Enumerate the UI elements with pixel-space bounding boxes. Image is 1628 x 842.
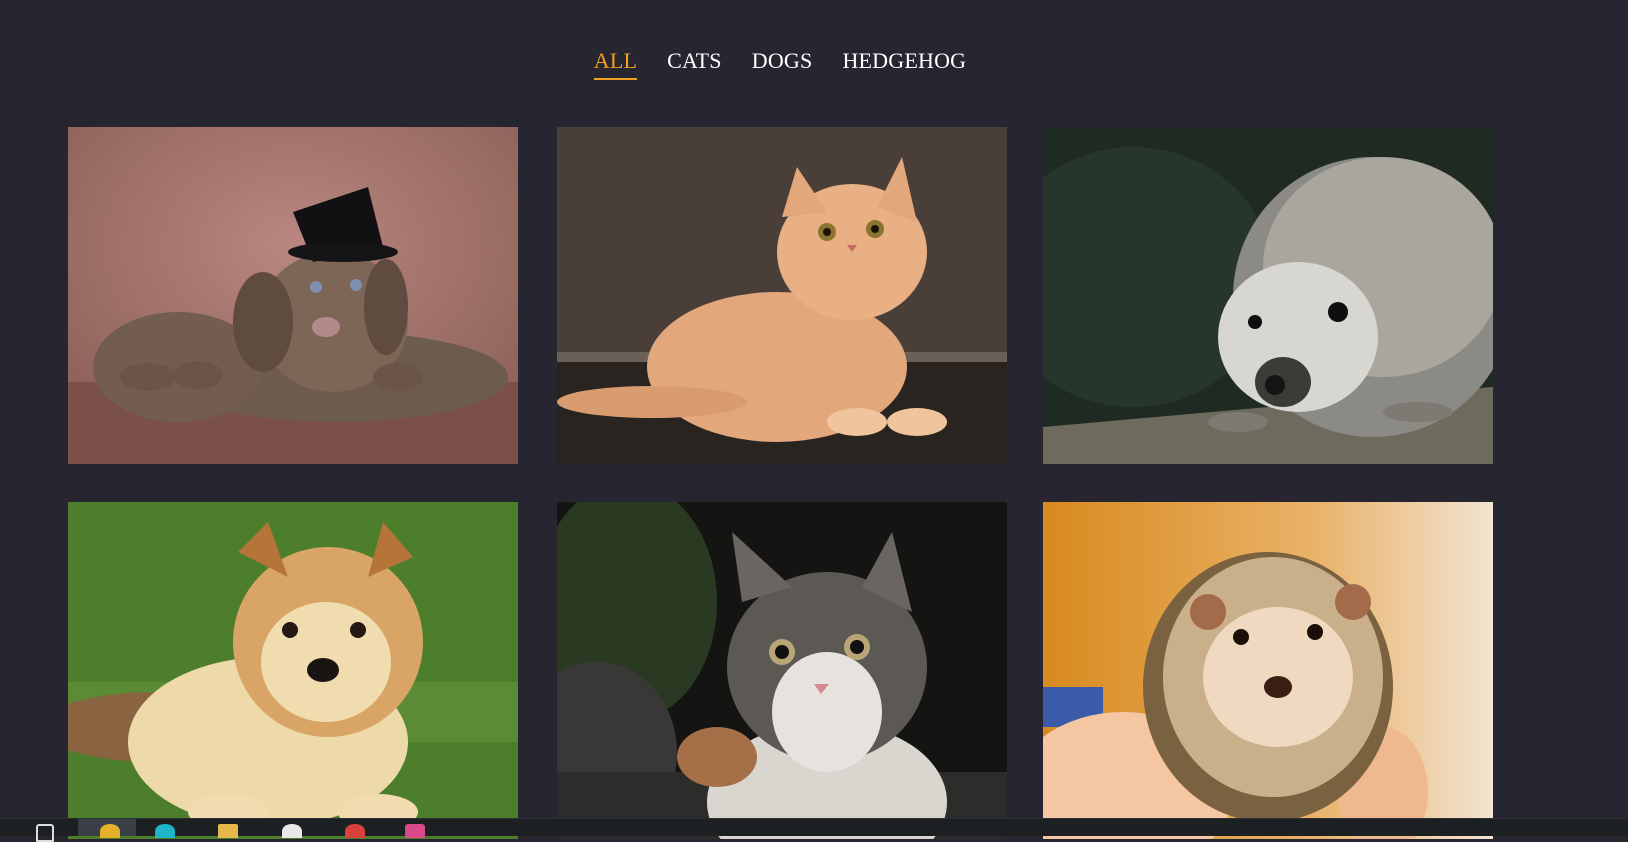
- filter-all-button[interactable]: ALL: [593, 48, 638, 81]
- edge-browser-icon[interactable]: [155, 824, 175, 838]
- gallery-card-ginger-kitten[interactable]: [557, 127, 1007, 464]
- filter-nav: ALL CATS DOGS HEDGEHOG: [0, 48, 1560, 81]
- hedgehog-hand-image: [1043, 502, 1493, 839]
- filter-dogs-button[interactable]: DOGS: [752, 48, 813, 80]
- ginger-kitten-image: [557, 127, 1007, 464]
- filter-cats-button[interactable]: CATS: [667, 48, 722, 80]
- hedgehog-wood-image: [1043, 127, 1493, 464]
- gallery-card-hedgehog-hand[interactable]: [1043, 502, 1493, 839]
- search-icon[interactable]: [36, 824, 54, 842]
- file-explorer-icon[interactable]: [218, 824, 238, 838]
- gallery-card-tabby-kitten[interactable]: [557, 502, 1007, 839]
- puppy-hat-image: [68, 127, 518, 464]
- folder-star-icon[interactable]: [100, 824, 120, 838]
- app-icon-white[interactable]: [282, 824, 302, 838]
- app-icon-red[interactable]: [345, 824, 365, 838]
- fluffy-puppy-image: [68, 502, 518, 839]
- app-icon-pink[interactable]: [405, 824, 425, 838]
- gallery-card-puppy-hat[interactable]: [68, 127, 518, 464]
- filter-hedgehog-button[interactable]: HEDGEHOG: [842, 48, 966, 80]
- gallery-card-fluffy-puppy[interactable]: [68, 502, 518, 839]
- tabby-kitten-image: [557, 502, 1007, 839]
- os-taskbar: [0, 818, 1628, 842]
- gallery-card-hedgehog-wood[interactable]: [1043, 127, 1493, 464]
